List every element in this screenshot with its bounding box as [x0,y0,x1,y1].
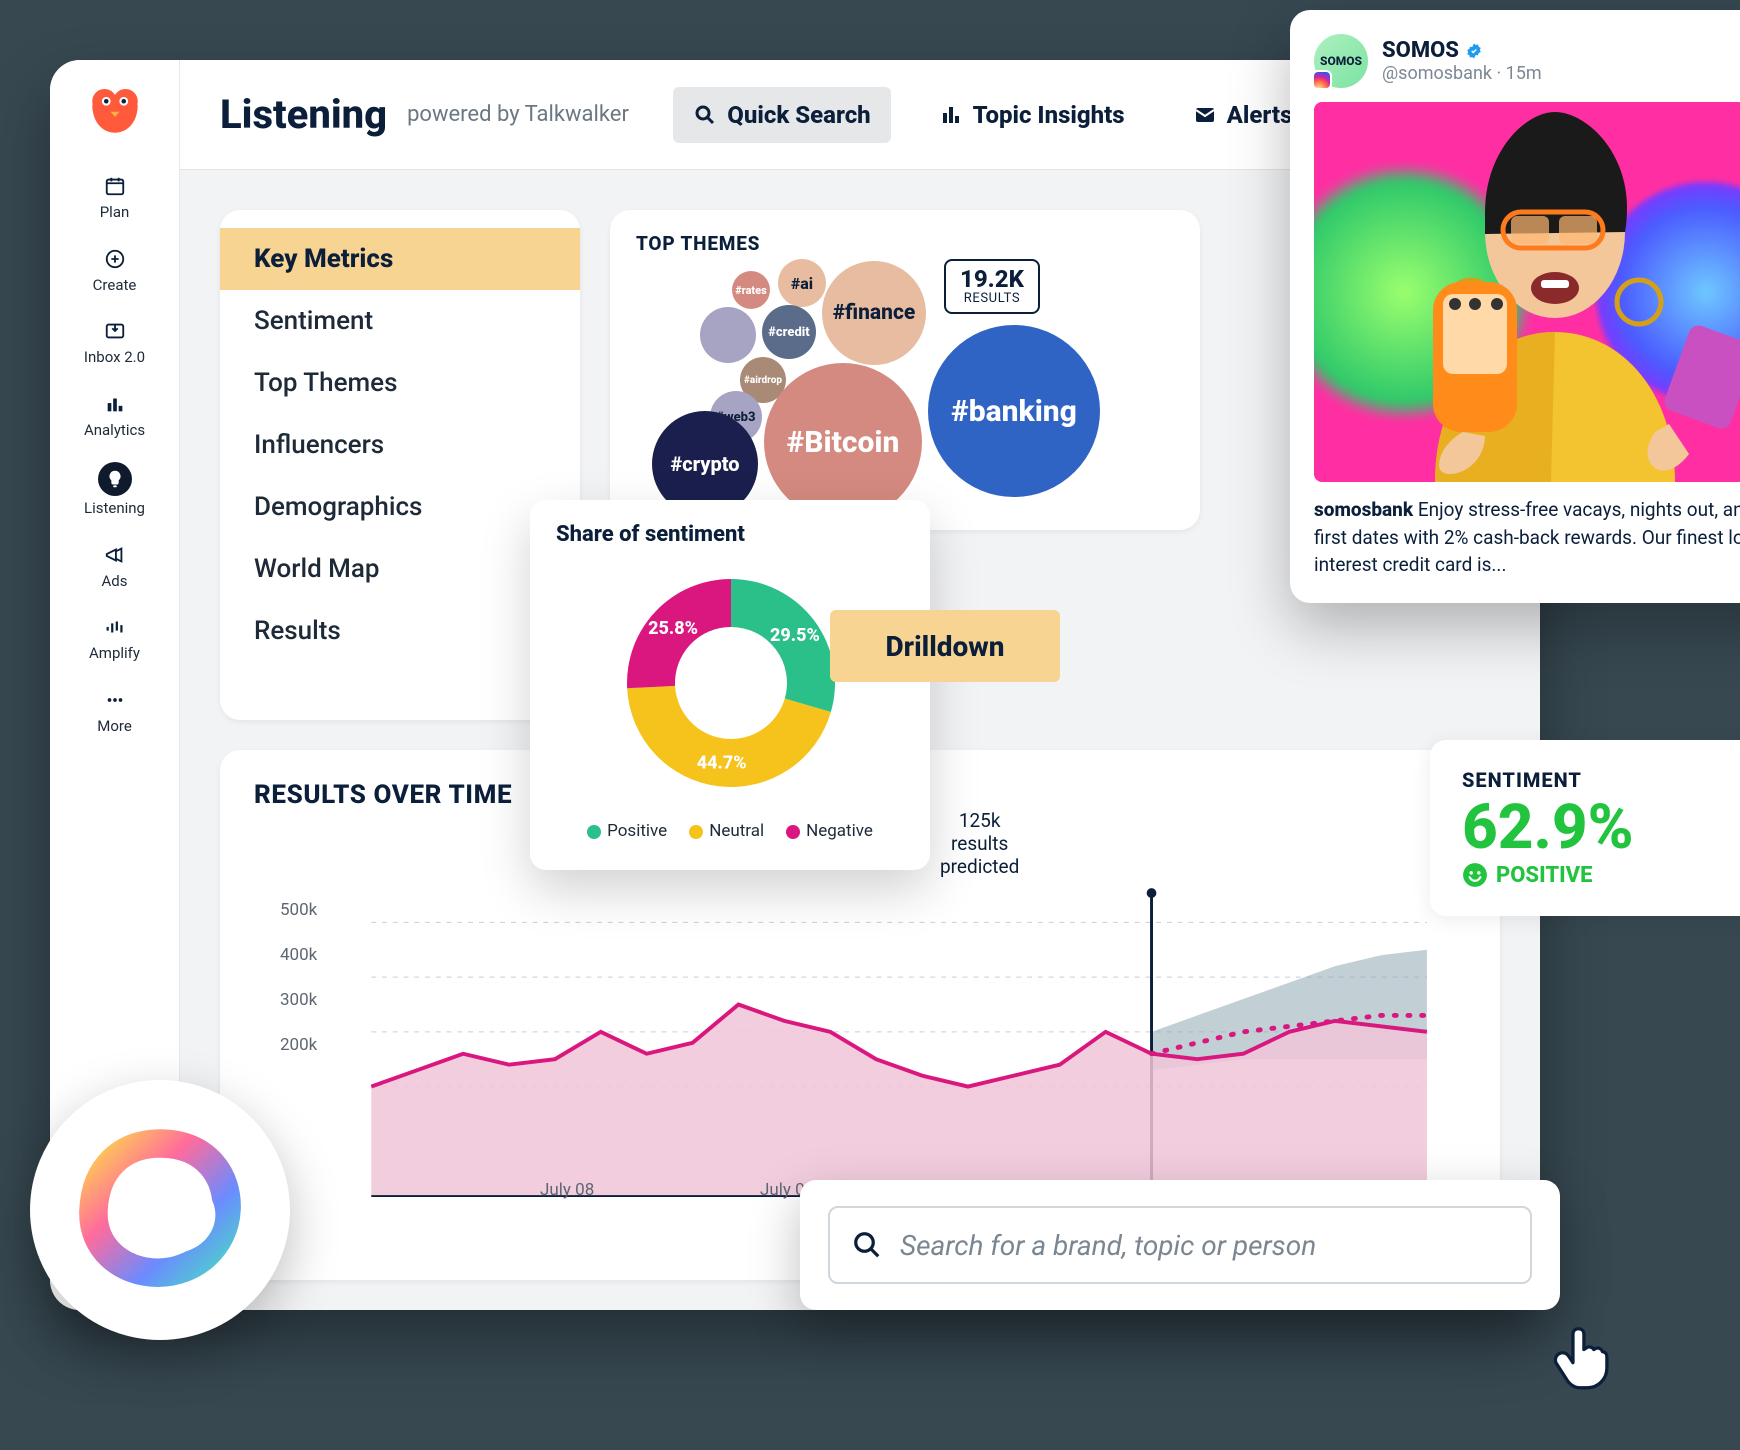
inbox-icon [101,317,129,345]
metrics-item-world-map[interactable]: World Map [220,538,580,600]
sentiment-card: SENTIMENT 62.9% POSITIVE [1430,740,1740,916]
post-author: SOMOS [1382,38,1542,63]
results-over-time-chart [254,810,1466,1240]
legend-negative: Negative [786,821,873,841]
sentiment-donut-title: Share of sentiment [556,522,904,547]
theme-bubble[interactable]: #ai [778,259,826,307]
more-icon [101,686,129,714]
megaphone-icon [101,541,129,569]
bar-chart-icon [101,390,129,418]
metrics-item-results[interactable]: Results [220,600,580,662]
sidebar-item-inbox[interactable]: Inbox 2.0 [65,311,165,372]
svg-text:29.5%: 29.5% [770,625,820,646]
sentiment-label: SENTIMENT [1462,768,1740,792]
xtick: July 08 [540,1180,594,1200]
social-post-card: SOMOS SOMOS @somosbank · 15m [1290,10,1740,603]
theme-bubble[interactable]: #finance [822,261,926,365]
search-panel: Search for a brand, topic or person [800,1180,1560,1310]
post-caption: somosbank Enjoy stress-free vacays, nigh… [1314,496,1740,579]
theme-bubble[interactable]: #banking [928,325,1100,497]
drilldown-button[interactable]: Drilldown [830,610,1060,682]
sidebar-item-listening[interactable]: Listening [65,456,165,523]
metrics-nav: Key Metrics Sentiment Top Themes Influen… [220,210,580,720]
bar-chart-icon [939,103,963,127]
prediction-annotation: 125kresultspredicted [940,810,1019,878]
signal-icon [101,613,129,641]
search-icon [852,1230,882,1260]
sidebar-item-ads[interactable]: Ads [65,535,165,596]
donut-legend: Positive Neutral Negative [556,821,904,841]
plus-circle-icon [101,245,129,273]
post-image [1314,102,1740,482]
theme-bubbles: #rates #ai #credit #airdrop #web3 #finan… [632,261,1178,521]
search-input[interactable]: Search for a brand, topic or person [828,1206,1532,1284]
sentiment-positive-label: POSITIVE [1462,862,1740,888]
hand-cursor-icon [1550,1320,1620,1390]
legend-positive: Positive [587,821,667,841]
page-title: Listening [220,91,387,138]
mail-icon [1193,103,1217,127]
ytick: 200k [280,1035,317,1055]
ytick: 400k [280,945,317,965]
theme-bubble-blank [700,307,756,363]
tab-topic-insights[interactable]: Topic Insights [919,87,1145,143]
smile-icon [1462,862,1488,888]
theme-bubble[interactable]: #Bitcoin [764,363,922,521]
search-icon [693,103,717,127]
sidebar-item-more[interactable]: More [65,680,165,741]
tab-quick-search[interactable]: Quick Search [673,87,890,143]
ytick: 500k [280,900,317,920]
legend-neutral: Neutral [689,821,764,841]
sidebar-item-plan[interactable]: Plan [65,166,165,227]
metrics-item-key-metrics[interactable]: Key Metrics [220,228,580,290]
top-themes-card: TOP THEMES #rates #ai #credit #airdrop #… [610,210,1200,530]
page-subtitle: powered by Talkwalker [407,102,629,127]
results-count-badge: 19.2K RESULTS [944,259,1040,314]
instagram-icon [1312,70,1332,90]
calendar-icon [101,172,129,200]
metrics-item-top-themes[interactable]: Top Themes [220,352,580,414]
lightbulb-icon [98,462,132,496]
ytick: 300k [280,990,317,1010]
metrics-item-influencers[interactable]: Influencers [220,414,580,476]
theme-bubble[interactable]: #rates [732,271,770,309]
sidebar-item-analytics[interactable]: Analytics [65,384,165,445]
sidebar-item-amplify[interactable]: Amplify [65,607,165,668]
post-meta: @somosbank · 15m [1382,63,1542,84]
sentiment-value: 62.9% [1462,794,1740,862]
app-logo [85,80,145,140]
top-themes-title: TOP THEMES [636,232,1178,255]
theme-bubble[interactable]: #credit [762,305,816,359]
search-placeholder: Search for a brand, topic or person [900,1229,1316,1262]
verified-icon [1465,42,1483,60]
svg-text:44.7%: 44.7% [697,752,747,773]
post-avatar: SOMOS [1314,34,1368,88]
sentiment-donut-chart: 29.5% 44.7% 25.8% [556,553,906,813]
metrics-item-sentiment[interactable]: Sentiment [220,290,580,352]
svg-text:25.8%: 25.8% [648,618,698,639]
sidebar-item-create[interactable]: Create [65,239,165,300]
metrics-item-demographics[interactable]: Demographics [220,476,580,538]
sentiment-donut-card: Share of sentiment 29.5% 44.7% 25.8% Posit… [530,500,930,870]
ai-badge [30,1080,290,1340]
